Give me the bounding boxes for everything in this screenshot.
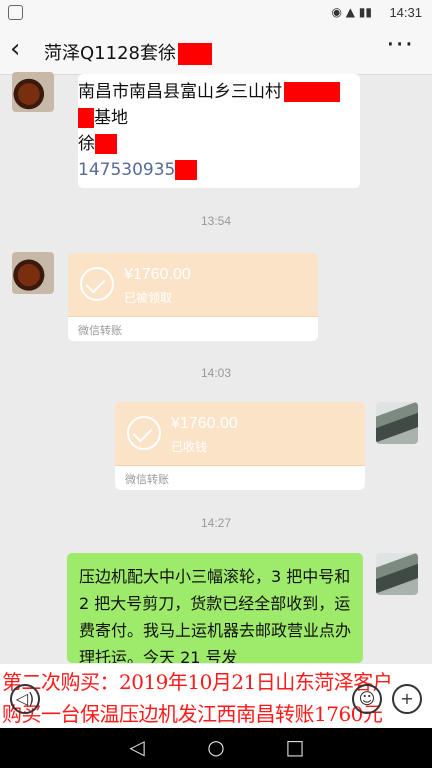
redaction-block	[78, 108, 94, 128]
transfer-footer: 微信转账	[115, 465, 365, 490]
nav-back-icon[interactable]: ◁	[126, 736, 148, 758]
transfer-label: 微信转账	[125, 473, 169, 486]
transfer-card-received[interactable]: ¥1760.00 已被领取 微信转账	[68, 253, 318, 341]
transfer-amount: ¥1760.00	[171, 415, 238, 432]
chat-header: ‹ 菏泽Q1128套徐 ···	[0, 28, 432, 75]
transfer-status: 已收钱	[171, 440, 208, 454]
status-time: 14:31	[389, 5, 422, 20]
address-message-bubble[interactable]: 南昌市南昌县富山乡三山村 基地 徐 147530935	[78, 74, 360, 188]
transfer-card-sent[interactable]: ¥1760.00 已收钱 微信转账	[115, 402, 365, 490]
transfer-card-body: ¥1760.00 已被领取	[68, 253, 318, 315]
transfer-card-body: ¥1760.00 已收钱	[115, 402, 365, 464]
plus-icon[interactable]: +	[392, 684, 422, 714]
message-text: 压边机配大中小三幅滚轮，3 把中号和 2 把大号剪刀，货款已经全部收到，运费寄付…	[79, 567, 352, 663]
emoji-icon[interactable]: ☺	[352, 684, 382, 714]
transfer-amount: ¥1760.00	[124, 266, 191, 283]
message-timestamp: 13:54	[200, 214, 232, 228]
nav-home-icon[interactable]: ○	[205, 736, 227, 758]
address-line-2: 基地	[94, 108, 128, 128]
transfer-status: 已被领取	[124, 291, 173, 305]
caption-line-2: 购买一台保温压边机发江西南昌转账1760元	[2, 702, 383, 726]
redaction-block	[177, 43, 212, 65]
redaction-block	[175, 160, 198, 180]
message-timestamp: 14:03	[200, 366, 232, 380]
system-nav-bar: ◁ ○ □	[0, 728, 432, 768]
voice-input-icon[interactable]: ◁)	[10, 684, 40, 714]
back-icon[interactable]: ‹	[10, 34, 20, 64]
address-line-1: 南昌市南昌县富山乡三山村	[78, 82, 282, 102]
check-circle-icon	[127, 416, 161, 450]
nav-recents-icon[interactable]: □	[284, 736, 306, 758]
check-circle-icon	[80, 267, 114, 301]
text-message-bubble[interactable]: 压边机配大中小三幅滚轮，3 把中号和 2 把大号剪刀，货款已经全部收到，运费寄付…	[67, 553, 363, 663]
address-line-3: 徐	[78, 134, 95, 154]
contact-avatar[interactable]	[12, 72, 54, 112]
chat-title: 菏泽Q1128套徐	[44, 39, 212, 65]
transfer-label: 微信转账	[78, 324, 122, 337]
message-timestamp: 14:27	[200, 516, 232, 530]
chat-title-text: 菏泽Q1128套徐	[44, 43, 176, 64]
status-bar: ◉ ▲ ▮▮ 14:31	[0, 0, 432, 28]
status-icons: ◉ ▲ ▮▮	[331, 5, 372, 19]
phone-number[interactable]: 147530935	[78, 160, 175, 180]
contact-avatar[interactable]	[12, 252, 54, 294]
self-avatar[interactable]	[376, 402, 418, 444]
transfer-footer: 微信转账	[68, 316, 318, 341]
app-notification-icon	[8, 5, 23, 20]
redaction-block	[95, 134, 117, 154]
caption-line-1: 第二次购买：2019年10月21日山东菏泽客户	[2, 670, 393, 694]
more-options-icon[interactable]: ···	[386, 30, 414, 60]
self-avatar[interactable]	[376, 553, 418, 595]
redaction-block	[284, 82, 340, 102]
